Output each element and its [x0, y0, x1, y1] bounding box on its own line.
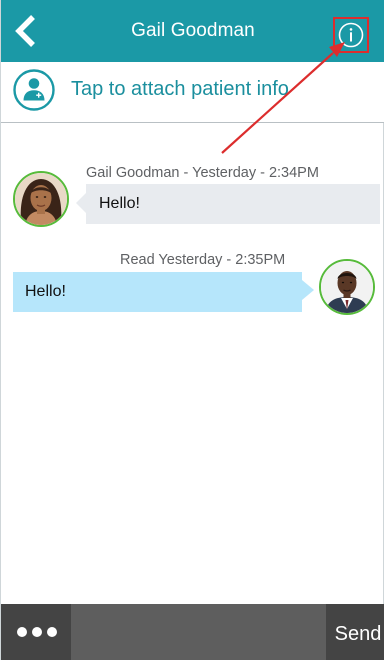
incoming-message-meta: Gail Goodman - Yesterday - 2:34PM: [86, 165, 319, 181]
outgoing-bubble-tail: [302, 280, 314, 300]
female-avatar-icon: [15, 173, 67, 225]
chat-screen: Gail Goodman Tap to attach patient info …: [0, 0, 384, 660]
contact-avatar[interactable]: [13, 171, 69, 227]
incoming-message-bubble: Hello!: [86, 184, 380, 224]
attach-patient-label: Tap to attach patient info: [71, 78, 289, 100]
more-dots-icon: [17, 627, 57, 637]
attach-patient-row[interactable]: Tap to attach patient info: [1, 62, 384, 123]
header-bar: Gail Goodman: [1, 0, 384, 62]
user-avatar[interactable]: [319, 259, 375, 315]
send-button[interactable]: Send: [331, 604, 384, 660]
outgoing-message-meta: Read Yesterday - 2:35PM: [120, 252, 286, 268]
male-avatar-icon: [321, 261, 373, 313]
info-button[interactable]: [333, 17, 369, 53]
message-input[interactable]: [71, 604, 326, 660]
conversation-title: Gail Goodman: [131, 20, 255, 41]
incoming-bubble-tail: [76, 193, 86, 213]
outgoing-message-bubble: Hello!: [13, 272, 302, 312]
more-options-button[interactable]: [15, 624, 59, 640]
info-circle-icon: [338, 22, 364, 48]
patient-icon: [13, 69, 55, 111]
